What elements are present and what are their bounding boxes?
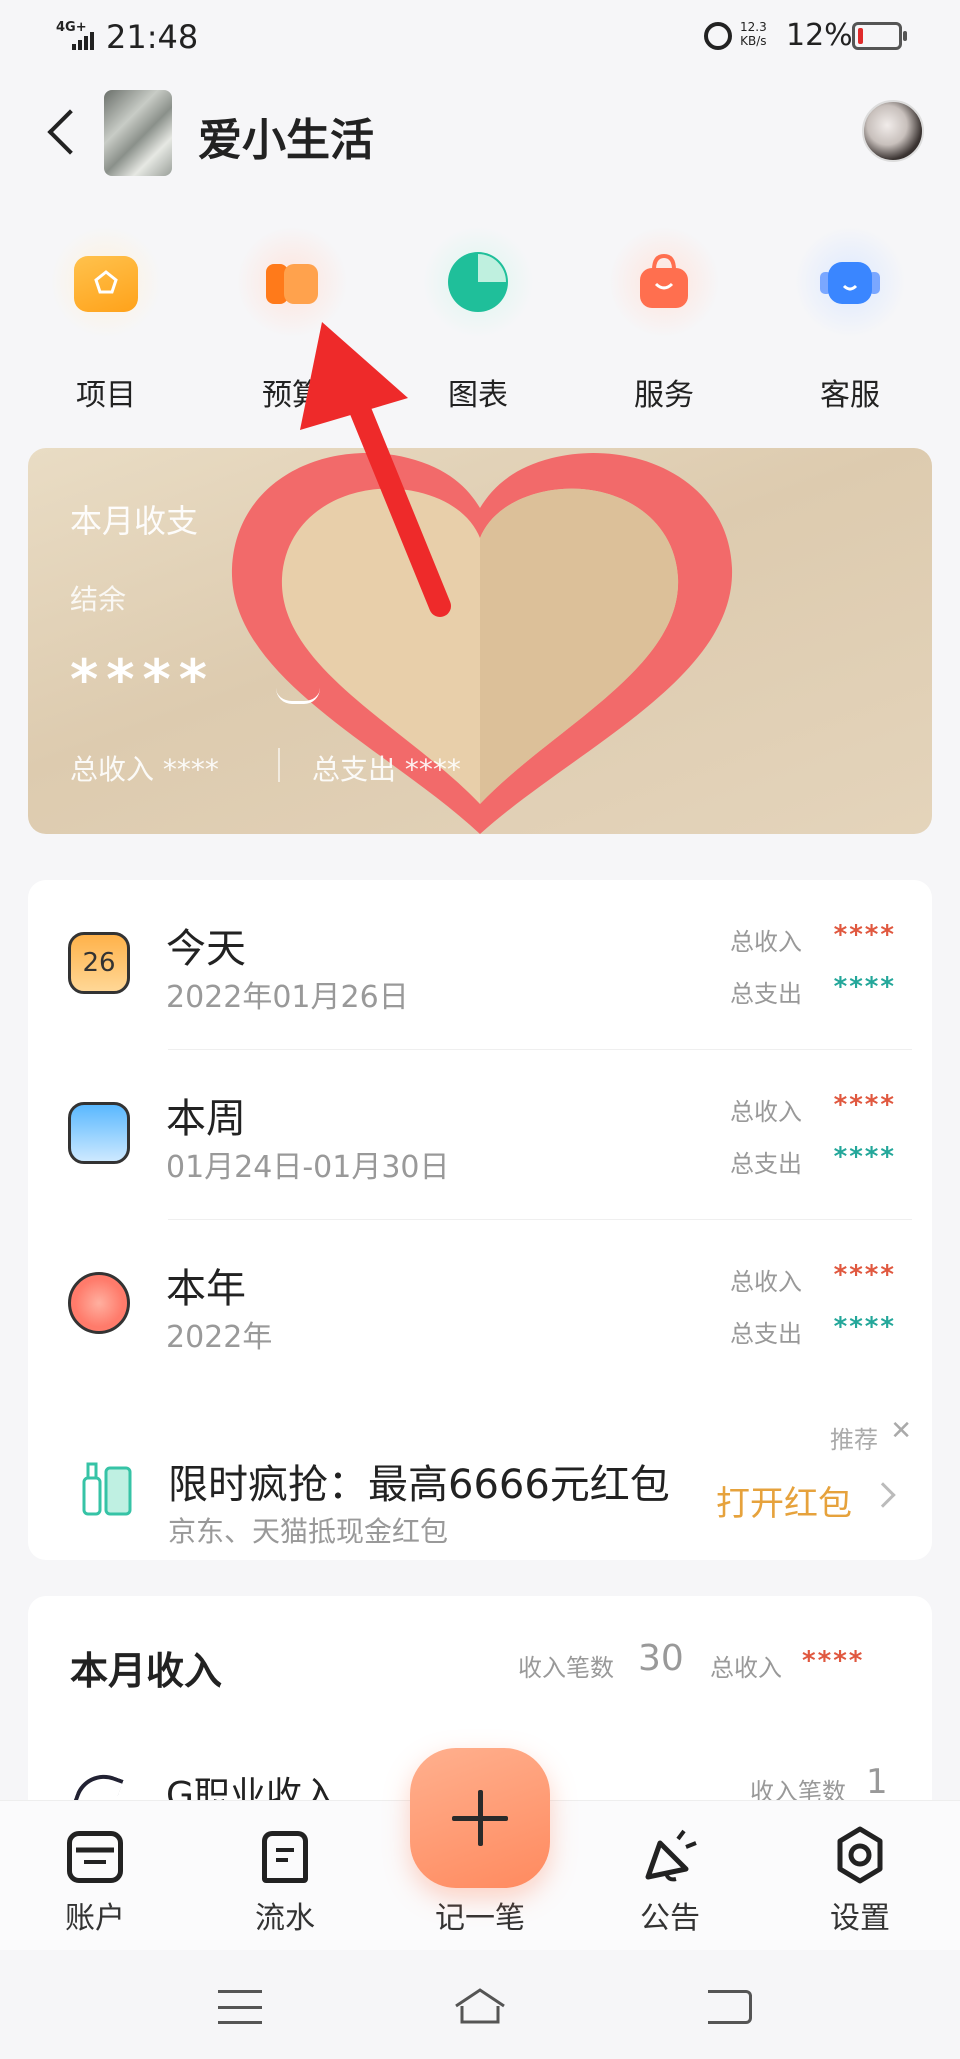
nav-account[interactable]: 账户 (20, 1801, 170, 1951)
quick-menu-label: 预算 (262, 378, 322, 413)
battery-level (858, 28, 863, 44)
period-income-value: **** (833, 920, 896, 950)
status-bar: 4G+ 21:48 12.3 KB/s 12% (0, 0, 960, 72)
signal-icon (72, 30, 98, 50)
battery-percent: 12% (786, 18, 853, 53)
quick-menu-label: 服务 (634, 378, 694, 413)
open-red-packet-button[interactable]: 打开红包 (716, 1476, 852, 1525)
total-income-label: 总收入 (70, 753, 155, 786)
period-income-value: **** (833, 1260, 896, 1290)
balance-card-title: 本月收支 (70, 502, 199, 540)
period-income-label: 总收入 (730, 928, 802, 956)
customer-service-robot-icon (818, 256, 882, 312)
period-income-label: 总收入 (730, 1268, 802, 1296)
nav-label: 记一笔 (435, 1901, 525, 1936)
period-title: 本年 (166, 1266, 246, 1312)
back-nav-icon[interactable] (708, 1990, 752, 2024)
project-icon (74, 256, 138, 312)
quick-menu-label: 图表 (448, 378, 508, 413)
wallet-card-icon (67, 1831, 123, 1883)
quick-menu-budget[interactable]: 预算 (222, 226, 362, 413)
balance-label: 结余 (70, 583, 127, 616)
total-income-value: **** (162, 753, 219, 786)
period-row-today[interactable]: 26 今天 2022年01月26日 总收入 **** 总支出 **** (28, 880, 932, 1050)
gear-icon (837, 1826, 883, 1884)
quick-menu-chart[interactable]: 图表 (408, 226, 548, 413)
add-record-plus-button[interactable] (410, 1748, 550, 1888)
bill-icon (262, 1831, 308, 1883)
nav-label: 账户 (65, 1901, 125, 1936)
recommend-tag: 推荐 (830, 1426, 878, 1454)
close-icon[interactable]: ✕ (890, 1416, 912, 1446)
quick-menu-label: 项目 (76, 378, 136, 413)
nav-announcement[interactable]: 公告 (595, 1801, 745, 1951)
week-calendar-icon (68, 1102, 130, 1164)
cosmetics-icon (82, 1462, 132, 1516)
total-expense: 总支出 **** (312, 748, 461, 788)
chevron-right-icon (870, 1482, 896, 1508)
total-income: 总收入 **** (70, 748, 219, 788)
nav-label: 流水 (255, 1901, 315, 1936)
calendar-icon: 26 (68, 932, 130, 994)
period-expense-label: 总支出 (730, 1150, 802, 1178)
network-speed-value: 12.3 (740, 20, 767, 34)
quick-menu-customer-service[interactable]: 客服 (780, 226, 920, 413)
clock: 21:48 (106, 18, 199, 56)
period-row-week[interactable]: 本周 01月24日-01月30日 总收入 **** 总支出 **** (28, 1050, 932, 1220)
service-bag-icon (632, 253, 696, 312)
period-title: 今天 (166, 926, 246, 972)
balance-value: **** (70, 648, 215, 711)
quick-menu-project[interactable]: 项目 (36, 226, 176, 413)
period-income-value: **** (833, 1090, 896, 1120)
nav-label: 公告 (640, 1901, 700, 1936)
total-expense-label: 总支出 (312, 753, 397, 786)
ledger-cover-image[interactable] (104, 90, 172, 176)
monthly-income-title: 本月收入 (70, 1649, 223, 1693)
promo-banner[interactable]: 推荐 ✕ 限时疯抢：最高6666元红包 京东、天猫抵现金红包 打开红包 (28, 1400, 932, 1560)
period-date: 2022年 (166, 1320, 273, 1355)
income-count-label: 收入笔数 (518, 1654, 614, 1682)
period-expense-label: 总支出 (730, 980, 802, 1008)
pie-chart-icon (446, 252, 510, 312)
income-total-label: 总收入 (710, 1654, 782, 1682)
nav-transactions[interactable]: 流水 (210, 1801, 360, 1951)
promo-subtitle: 京东、天猫抵现金红包 (168, 1515, 449, 1548)
period-expense-value: **** (833, 1312, 896, 1342)
period-date: 2022年01月26日 (166, 980, 409, 1015)
nav-settings[interactable]: 设置 (785, 1801, 935, 1951)
header: 爱小生活 (0, 72, 960, 192)
period-title: 本周 (166, 1096, 246, 1142)
back-button[interactable] (44, 102, 84, 162)
lantern-icon (68, 1272, 130, 1334)
recent-apps-icon[interactable] (218, 1990, 262, 2024)
system-navigation-bar (0, 1950, 960, 2059)
income-count: 30 (638, 1638, 684, 1679)
network-speed-unit: KB/s (740, 34, 767, 48)
monthly-balance-card[interactable]: 本月收支 结余 **** 总收入 **** 总支出 **** (28, 448, 932, 834)
period-summary-panel: 26 今天 2022年01月26日 总收入 **** 总支出 **** 本周 0… (28, 880, 932, 1560)
promo-title: 限时疯抢：最高6666元红包 (168, 1462, 670, 1508)
period-expense-value: **** (833, 1142, 896, 1172)
divider (278, 748, 280, 782)
nav-label: 设置 (830, 1901, 890, 1936)
period-expense-value: **** (833, 972, 896, 1002)
budget-icon (260, 256, 324, 312)
income-category-count: 1 (866, 1762, 888, 1802)
announcement-icon (645, 1829, 697, 1882)
period-row-year[interactable]: 本年 2022年 总收入 **** 总支出 **** (28, 1220, 932, 1390)
avatar[interactable] (862, 100, 924, 162)
income-total-value: **** (802, 1646, 865, 1676)
quick-menu-service[interactable]: 服务 (594, 226, 734, 413)
alarm-icon (704, 22, 732, 50)
network-speed: 12.3 KB/s (740, 20, 767, 48)
battery-icon (852, 22, 907, 50)
home-icon[interactable] (452, 1986, 508, 2026)
quick-menu-label: 客服 (820, 378, 880, 413)
total-expense-value: **** (404, 753, 461, 786)
period-date: 01月24日-01月30日 (166, 1150, 450, 1185)
period-income-label: 总收入 (730, 1098, 802, 1126)
ledger-title[interactable]: 爱小生活 (198, 104, 374, 168)
period-expense-label: 总支出 (730, 1320, 802, 1348)
quick-menu: 项目 预算 图表 服务 客服 (0, 226, 960, 416)
